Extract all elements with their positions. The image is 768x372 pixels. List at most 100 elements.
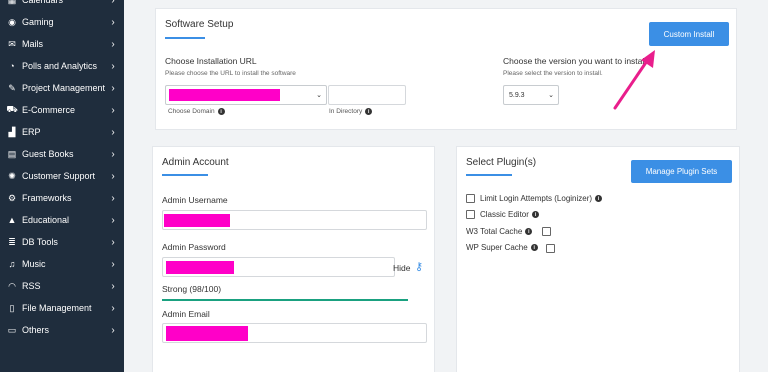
plugin-checkbox-loginizer[interactable] (466, 194, 475, 203)
sidebar-item-label: ERP (22, 127, 41, 137)
sidebar-item-erp[interactable]: ▟ ERP › (0, 121, 124, 143)
graduation-icon: ▲ (7, 215, 17, 225)
title-underline (165, 37, 205, 39)
sidebar-item-label: Mails (22, 39, 44, 49)
directory-input[interactable] (328, 85, 406, 105)
chevron-down-icon: ⌄ (548, 92, 554, 99)
plugin-checkbox-classic-editor[interactable] (466, 210, 475, 219)
sidebar-item-label: E-Commerce (22, 105, 76, 115)
chevron-right-icon: › (111, 16, 115, 28)
sidebar-item-calendars[interactable]: ▦ Calendars › (0, 0, 124, 11)
sidebar-item-educational[interactable]: ▲ Educational › (0, 209, 124, 231)
version-select[interactable]: 5.9.3 ⌄ (503, 85, 559, 105)
installation-url-sublabel: Please choose the URL to install the sof… (165, 70, 296, 77)
database-icon: ≣ (8, 236, 16, 247)
info-icon: i (531, 211, 539, 218)
sidebar-item-polls-and-analytics[interactable]: ◔ Polls and Analytics › (0, 55, 124, 77)
choose-domain-label: Choose Domain (168, 108, 215, 115)
sidebar-item-label: Guest Books (22, 149, 74, 159)
sidebar-item-guest-books[interactable]: ▤ Guest Books › (0, 143, 124, 165)
rss-icon: ◠ (8, 280, 16, 291)
chart-icon: ▟ (8, 126, 16, 137)
sidebar-item-label: Calendars (22, 0, 64, 5)
in-directory-caption: In Directory i (329, 108, 373, 115)
sidebar-item-label: Music (22, 259, 46, 269)
chevron-right-icon: › (111, 60, 115, 72)
plugin-label-classic-editor: Classic Editor i (480, 210, 539, 219)
sidebar-item-gaming[interactable]: ◉ Gaming › (0, 11, 124, 33)
admin-username-input[interactable] (162, 210, 427, 230)
plugin-checkbox-w3-total-cache[interactable] (542, 227, 551, 236)
admin-account-title: Admin Account (162, 157, 229, 168)
plugin-name: Limit Login Attempts (Loginizer) (480, 194, 593, 203)
sidebar-item-e-commerce[interactable]: ⛟ E-Commerce › (0, 99, 124, 121)
gamepad-icon: ◉ (8, 16, 16, 27)
sidebar-item-rss[interactable]: ◠ RSS › (0, 275, 124, 297)
sidebar-item-file-management[interactable]: ▯ File Management › (0, 297, 124, 319)
hide-password-toggle[interactable]: Hide (393, 263, 410, 273)
sidebar-item-label: DB Tools (22, 237, 58, 247)
redacted-password (166, 261, 234, 274)
chevron-right-icon: › (111, 324, 115, 336)
sidebar-item-music[interactable]: ♫ Music › (0, 253, 124, 275)
plugin-checkbox-wp-super-cache[interactable] (546, 244, 555, 253)
cogs-icon: ⚙ (7, 192, 17, 203)
installation-url-label: Choose Installation URL (165, 56, 257, 66)
manage-plugin-sets-button[interactable]: Manage Plugin Sets (631, 160, 732, 183)
choose-domain-caption: Choose Domain i (168, 108, 225, 115)
annotation-arrow (613, 50, 655, 110)
sidebar-item-label: Educational (22, 215, 70, 225)
sidebar-item-label: RSS (22, 281, 41, 291)
admin-password-input[interactable] (162, 257, 395, 277)
file-icon: ▯ (9, 302, 15, 313)
cart-icon: ⛟ (6, 104, 18, 114)
info-icon: i (217, 108, 225, 115)
info-icon: i (595, 195, 603, 202)
sidebar-item-frameworks[interactable]: ⚙ Frameworks › (0, 187, 124, 209)
calendar-icon: ▦ (6, 0, 18, 6)
sidebar-item-customer-support[interactable]: ✺ Customer Support › (0, 165, 124, 187)
chevron-down-icon: ⌄ (316, 92, 322, 99)
admin-email-input[interactable] (162, 323, 427, 343)
admin-email-label: Admin Email (162, 309, 210, 319)
in-directory-label: In Directory (329, 108, 363, 115)
admin-password-label: Admin Password (162, 242, 226, 252)
chevron-right-icon: › (111, 82, 115, 94)
chevron-right-icon: › (111, 236, 115, 248)
password-strength-bar (162, 299, 408, 301)
edit-icon: ✎ (8, 82, 16, 93)
book-icon: ▤ (7, 148, 17, 159)
software-setup-title: Software Setup (165, 19, 234, 30)
sidebar-item-mails[interactable]: ✉ Mails › (0, 33, 124, 55)
domain-select[interactable]: ⌄ (165, 85, 327, 105)
redacted-email (166, 326, 248, 341)
key-icon[interactable]: ⚷ (415, 260, 423, 273)
sidebar-item-project-management[interactable]: ✎ Project Management › (0, 77, 124, 99)
admin-account-panel: Admin Account Admin Username Admin Passw… (152, 146, 435, 372)
folder-icon: ▭ (7, 324, 17, 335)
chevron-right-icon: › (111, 280, 115, 292)
chevron-right-icon: › (111, 0, 115, 6)
chevron-right-icon: › (111, 104, 115, 116)
redacted-username (164, 214, 230, 227)
sidebar-item-label: Customer Support (22, 171, 96, 181)
chevron-right-icon: › (111, 192, 115, 204)
chevron-right-icon: › (111, 126, 115, 138)
support-icon: ✺ (8, 170, 16, 181)
version-value: 5.9.3 (509, 91, 525, 99)
admin-username-label: Admin Username (162, 195, 228, 205)
sidebar-item-others[interactable]: ▭ Others › (0, 319, 124, 341)
plugin-name: W3 Total Cache (466, 227, 523, 236)
info-icon: i (365, 108, 373, 115)
sidebar: ▦ Calendars › ◉ Gaming › ✉ Mails › ◔ Polls and Ana… (0, 0, 124, 372)
mail-icon: ✉ (8, 38, 16, 49)
sidebar-item-db-tools[interactable]: ≣ DB Tools › (0, 231, 124, 253)
chevron-right-icon: › (111, 302, 115, 314)
custom-install-button[interactable]: Custom Install (649, 22, 729, 46)
chevron-right-icon: › (111, 148, 115, 160)
select-plugins-title: Select Plugin(s) (466, 157, 537, 168)
plugin-name: WP Super Cache (466, 243, 528, 252)
info-icon: i (530, 244, 538, 251)
sidebar-item-label: File Management (22, 303, 92, 313)
redacted-domain (169, 89, 280, 101)
